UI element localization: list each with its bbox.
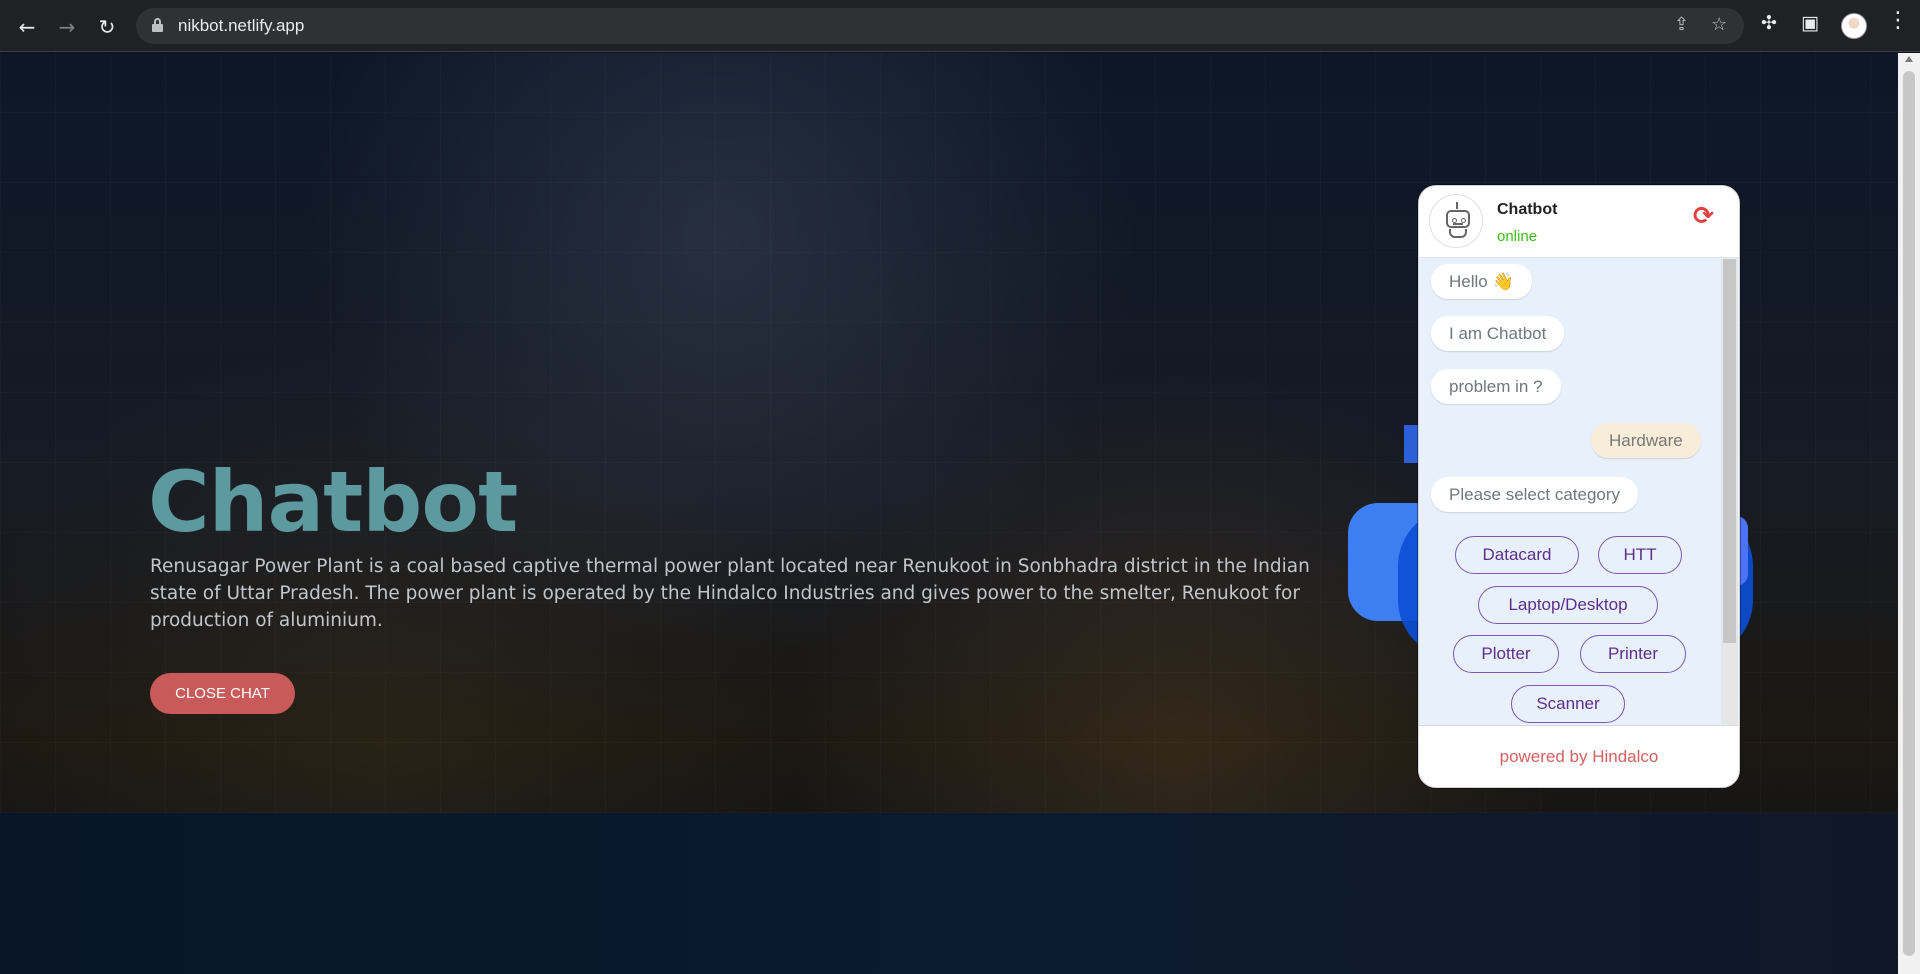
- url-text[interactable]: nikbot.netlify.app: [178, 16, 304, 36]
- forward-icon[interactable]: →: [52, 12, 82, 42]
- close-chat-button[interactable]: CLOSE CHAT: [150, 673, 295, 714]
- scroll-up-icon[interactable]: [1905, 56, 1913, 62]
- address-bar[interactable]: nikbot.netlify.app ⇪ ☆: [136, 8, 1744, 44]
- chat-footer: powered by Hindalco: [1419, 725, 1739, 787]
- bot-message: problem in ?: [1431, 369, 1561, 404]
- sidepanel-icon[interactable]: ▣: [1801, 12, 1819, 34]
- bot-message: Please select category: [1431, 477, 1639, 512]
- hero-description: Renusagar Power Plant is a coal based ca…: [150, 556, 1310, 631]
- online-status: online: [1497, 228, 1538, 245]
- user-message: Hardware: [1591, 423, 1701, 458]
- profile-avatar[interactable]: [1841, 13, 1867, 39]
- option-laptop-desktop[interactable]: Laptop/Desktop: [1478, 586, 1658, 624]
- page-scroll-thumb[interactable]: [1903, 71, 1915, 956]
- option-datacard[interactable]: Datacard: [1455, 536, 1579, 574]
- reload-icon[interactable]: ↻: [92, 12, 122, 42]
- share-icon[interactable]: ⇪: [1674, 14, 1689, 35]
- chat-header: Chatbot online ⟳: [1419, 186, 1739, 258]
- bot-message: Hello 👋: [1431, 264, 1532, 299]
- lock-icon: [152, 18, 163, 32]
- option-plotter[interactable]: Plotter: [1453, 635, 1559, 673]
- chat-scrollbar[interactable]: [1721, 259, 1738, 726]
- menu-icon[interactable]: ⋮: [1887, 8, 1909, 33]
- extensions-icon[interactable]: ✣: [1761, 12, 1777, 34]
- page-scrollbar[interactable]: [1898, 53, 1920, 974]
- chat-widget: Chatbot online ⟳ Hello 👋 I am Chatbot pr…: [1418, 185, 1740, 788]
- robot-icon: [1429, 194, 1483, 248]
- chat-message-list: Hello 👋 I am Chatbot problem in ? Hardwa…: [1419, 259, 1719, 726]
- chat-scroll-thumb[interactable]: [1723, 259, 1736, 643]
- option-scanner[interactable]: Scanner: [1511, 685, 1625, 723]
- back-icon[interactable]: ←: [12, 12, 42, 42]
- browser-toolbar: ← → ↻ nikbot.netlify.app ⇪ ☆ ✣ ▣ ⋮: [0, 0, 1920, 52]
- lower-background: [0, 813, 1898, 974]
- bot-message: I am Chatbot: [1431, 316, 1565, 351]
- refresh-icon[interactable]: ⟳: [1693, 203, 1717, 228]
- chat-title: Chatbot: [1497, 201, 1558, 218]
- option-printer[interactable]: Printer: [1580, 635, 1686, 673]
- star-icon[interactable]: ☆: [1711, 14, 1727, 35]
- hero-title: Chatbot: [148, 453, 518, 551]
- page-background: Chatbot Renusagar Power Plant is a coal …: [0, 53, 1898, 974]
- option-htt[interactable]: HTT: [1598, 536, 1682, 574]
